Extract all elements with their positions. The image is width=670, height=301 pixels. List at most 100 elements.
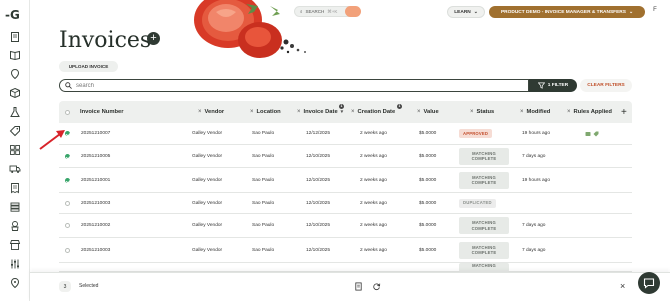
status-badge: APPROVED <box>459 129 493 138</box>
location-cell: Sao Paulo <box>252 177 275 183</box>
creation-date-cell: 2 weeks ago <box>360 153 387 159</box>
status-badge: MATCHING COMPLETE <box>459 147 509 165</box>
environment-dropdown[interactable]: PRODUCT DEMO - INVOICE MANAGER & TRANSFE… <box>489 6 645 18</box>
invoice-number-cell: 20251210005 <box>81 153 111 159</box>
row-checkbox[interactable] <box>65 238 70 262</box>
sidebar: -G <box>0 0 30 301</box>
search-shortcut: ⌘+K <box>327 8 338 14</box>
invoice-search-field[interactable] <box>59 79 529 92</box>
document-icon[interactable] <box>9 30 21 42</box>
column-value[interactable]: × Value <box>417 101 439 123</box>
column-vendor[interactable]: × Vendor <box>198 101 224 123</box>
page-title: Invoices <box>59 28 152 53</box>
book-icon[interactable] <box>9 48 21 61</box>
add-invoice-button[interactable]: + <box>147 32 160 45</box>
upload-invoice-button[interactable]: UPLOAD INVOICE <box>59 61 118 72</box>
remove-column-icon: × <box>351 109 355 115</box>
modified-cell: 7 days ago <box>522 153 546 159</box>
stack-icon[interactable] <box>9 200 21 212</box>
table-row[interactable]: 20251210001 Galley Vendor Sao Paulo 12/10/2… <box>59 168 632 193</box>
row-checkbox[interactable] <box>65 214 70 237</box>
row-checkbox[interactable] <box>65 168 70 192</box>
table-row[interactable]: 20251210003 Galley Vendor Sao Paulo 12/10/2… <box>59 238 632 263</box>
ai-assistant-button[interactable] <box>345 6 361 17</box>
value-cell: $5.0000 <box>419 247 437 253</box>
tag-icon[interactable] <box>9 124 21 137</box>
truck-icon[interactable] <box>9 162 21 174</box>
selection-footer <box>30 272 670 301</box>
value-cell: $5.0000 <box>419 177 437 183</box>
row-select-checkbox[interactable] <box>65 153 70 159</box>
receipt-icon[interactable] <box>9 181 21 194</box>
app-window: -G ⌕ SEARCH ⌘+K LEARN ⌄ PRODUCT DEMO - I… <box>0 0 670 301</box>
app-logo[interactable]: -G <box>5 8 25 22</box>
column-location[interactable]: × Location <box>250 101 281 123</box>
search-input[interactable] <box>76 82 496 89</box>
invoice-date-cell: 12/10/2025 <box>306 153 331 159</box>
learn-dropdown[interactable]: LEARN ⌄ <box>447 6 485 18</box>
table-row[interactable]: 20251210003 Galley Vendor Sao Paulo 12/10/2… <box>59 193 632 214</box>
learn-label: LEARN <box>454 9 471 15</box>
store-icon[interactable] <box>9 238 21 250</box>
table-row[interactable]: 20251210005 Galley Vendor Sao Paulo 12/10/2… <box>59 145 632 168</box>
location-pin-icon[interactable] <box>9 67 21 80</box>
box-icon[interactable] <box>9 86 21 99</box>
grid-icon[interactable] <box>9 143 21 155</box>
user-avatar[interactable]: F <box>650 7 660 17</box>
row-checkbox[interactable] <box>65 193 70 213</box>
column-invoice-number[interactable]: Invoice Number <box>80 101 124 123</box>
selected-label: Selected <box>79 283 99 289</box>
status-cell: MATCHING <box>459 262 509 272</box>
chevron-down-icon: ⌄ <box>628 9 634 15</box>
column-rules-applied[interactable]: × Rules Applied <box>567 101 612 123</box>
value-cell: $5.0000 <box>419 153 437 159</box>
invoice-date-cell: 12/10/2025 <box>306 247 331 253</box>
add-column-button[interactable]: + <box>621 101 627 123</box>
chat-support-button[interactable] <box>638 272 660 294</box>
rules-applied-cell <box>585 123 599 144</box>
remove-column-icon: × <box>250 109 254 115</box>
clear-filters-button[interactable]: CLEAR FILTERS <box>580 79 632 92</box>
selected-count: 3 <box>59 281 71 292</box>
value-cell: $5.0000 <box>419 200 437 206</box>
table-row[interactable]: MATCHING <box>59 262 632 272</box>
status-badge: MATCHING COMPLETE <box>459 217 509 234</box>
chevron-down-icon: ⌄ <box>473 9 478 15</box>
column-modified[interactable]: × Modified <box>520 101 550 123</box>
search-icon: ⌕ <box>300 9 303 14</box>
search-icon <box>65 82 72 89</box>
flask-icon[interactable] <box>9 105 21 117</box>
close-selection-button[interactable]: × <box>620 281 625 291</box>
export-document-icon[interactable] <box>354 282 363 291</box>
filter-label: 1 FILTER <box>547 83 569 88</box>
sliders-icon[interactable] <box>9 257 21 269</box>
location-cell: Sao Paulo <box>252 153 275 159</box>
modified-cell: 19 hours ago <box>522 177 551 183</box>
remove-column-icon: × <box>567 109 571 115</box>
creation-date-cell: 2 weeks ago <box>360 177 387 183</box>
row-select-checkbox[interactable] <box>65 200 70 206</box>
map-pin-icon[interactable] <box>9 276 21 289</box>
status-cell: DUPLICATED <box>459 193 496 213</box>
value-cell: $5.0000 <box>419 131 437 136</box>
status-cell: MATCHING COMPLETE <box>459 238 509 262</box>
filter-button[interactable]: 1 FILTER <box>529 79 577 92</box>
invoice-number-cell: 20251210002 <box>81 223 111 228</box>
column-status[interactable]: × Status <box>470 101 494 123</box>
column-invoice-date[interactable]: × Invoice Date ▾ 1 <box>297 101 344 123</box>
table-row[interactable]: 20251210002 Galley Vendor Sao Paulo 12/10/2… <box>59 214 632 238</box>
location-cell: Sao Paulo <box>252 223 275 228</box>
status-cell: MATCHING COMPLETE <box>459 214 509 237</box>
status-badge: MATCHING COMPLETE <box>459 241 509 259</box>
table-row[interactable]: 20251210007 Galley Vendor Sao Paulo 12/12/2… <box>59 123 632 145</box>
row-select-checkbox[interactable] <box>65 223 70 228</box>
column-creation-date[interactable]: × Creation Date 1 <box>351 101 402 123</box>
global-search-label: SEARCH <box>305 9 325 14</box>
row-select-checkbox[interactable] <box>65 177 70 183</box>
refresh-rules-icon[interactable] <box>372 282 381 291</box>
select-all-checkbox[interactable] <box>65 101 70 123</box>
chef-icon[interactable] <box>9 219 21 231</box>
invoice-date-cell: 12/12/2025 <box>306 131 331 136</box>
creation-date-cell: 2 weeks ago <box>360 131 387 136</box>
row-select-checkbox[interactable] <box>65 247 70 253</box>
